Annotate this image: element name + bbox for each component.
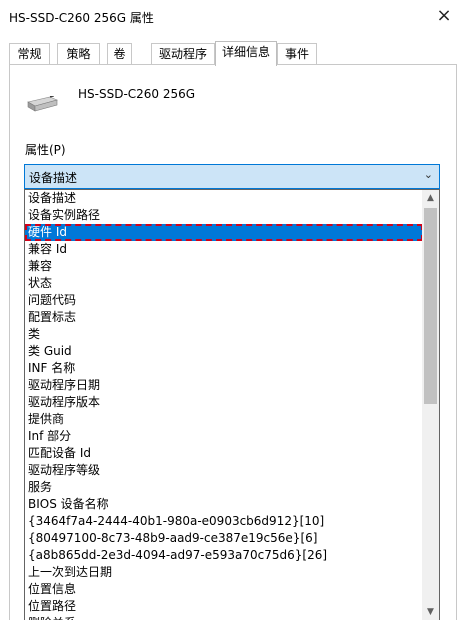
dropdown-item[interactable]: INF 名称: [25, 360, 423, 377]
dropdown-item[interactable]: 服务: [25, 479, 423, 496]
tab-driver[interactable]: 驱动程序: [151, 43, 215, 65]
dropdown-item[interactable]: 上一次到达日期: [25, 564, 423, 581]
dropdown-item[interactable]: {80497100-8c73-48b9-aad9-ce387e19c56e}[6…: [25, 530, 423, 547]
dropdown-item[interactable]: 位置信息: [25, 581, 423, 598]
scroll-up-icon[interactable]: ▲: [422, 190, 439, 207]
dropdown-items: 设备描述 设备实例路径 硬件 Id 兼容 Id 兼容 状态 问题代码 配置标志类类 Guid I…: [25, 190, 423, 620]
close-icon[interactable]: ×: [431, 4, 457, 28]
dropdown-item[interactable]: {3464f7a4-2444-40b1-980a-e0903cb6d912}[1…: [25, 513, 423, 530]
scrollbar[interactable]: ▲ ▼: [422, 190, 439, 620]
property-select-value: 设备描述: [29, 171, 78, 185]
tab-events[interactable]: 事件: [277, 43, 317, 65]
dropdown-item[interactable]: 兼容 Id: [25, 241, 423, 258]
dropdown-item[interactable]: 兼容: [25, 258, 423, 275]
dropdown-item[interactable]: 类 Guid: [25, 343, 423, 360]
tab-volumes[interactable]: 卷: [107, 43, 132, 65]
dropdown-item[interactable]: 问题代码: [25, 292, 423, 309]
scroll-down-icon[interactable]: ▼: [422, 604, 439, 620]
property-label: 属性(P): [25, 143, 66, 157]
scrollbar-thumb[interactable]: [424, 208, 437, 404]
dropdown-item[interactable]: 设备实例路径: [25, 207, 423, 224]
dropdown-item[interactable]: {a8b865dd-2e3d-4094-ad97-e593a70c75d6}[2…: [25, 547, 423, 564]
property-select[interactable]: 设备描述 ⌄: [24, 164, 440, 189]
dropdown-item[interactable]: 驱动程序等级: [25, 462, 423, 479]
tab-general[interactable]: 常规: [9, 43, 50, 65]
dropdown-item[interactable]: 提供商: [25, 411, 423, 428]
dropdown-item[interactable]: 驱动程序日期: [25, 377, 423, 394]
tab-details[interactable]: 详细信息: [215, 41, 277, 66]
dropdown-item[interactable]: 驱动程序版本: [25, 394, 423, 411]
chevron-down-icon[interactable]: ⌄: [424, 168, 433, 181]
drive-icon: [27, 96, 58, 112]
dropdown-item[interactable]: 删除关系: [25, 615, 423, 620]
property-dropdown-list[interactable]: 设备描述 设备实例路径 硬件 Id 兼容 Id 兼容 状态 问题代码 配置标志类类 Guid I…: [24, 189, 440, 620]
device-name: HS-SSD-C260 256G: [78, 87, 196, 101]
window-title: HS-SSD-C260 256G 属性: [9, 11, 154, 25]
dropdown-item[interactable]: BIOS 设备名称: [25, 496, 423, 513]
dropdown-item[interactable]: 设备描述: [25, 190, 423, 207]
dropdown-item[interactable]: 匹配设备 Id: [25, 445, 423, 462]
dropdown-item[interactable]: 状态: [25, 275, 423, 292]
dropdown-item[interactable]: 类: [25, 326, 423, 343]
dropdown-item[interactable]: 硬件 Id: [25, 224, 423, 241]
dropdown-item[interactable]: 配置标志: [25, 309, 423, 326]
tab-strip: 常规 策略 卷 驱动程序 详细信息 事件: [9, 41, 457, 66]
dropdown-item[interactable]: Inf 部分: [25, 428, 423, 445]
title-bar: HS-SSD-C260 256G 属性 ×: [0, 0, 465, 34]
tab-policies[interactable]: 策略: [57, 43, 100, 65]
dropdown-item[interactable]: 位置路径: [25, 598, 423, 615]
